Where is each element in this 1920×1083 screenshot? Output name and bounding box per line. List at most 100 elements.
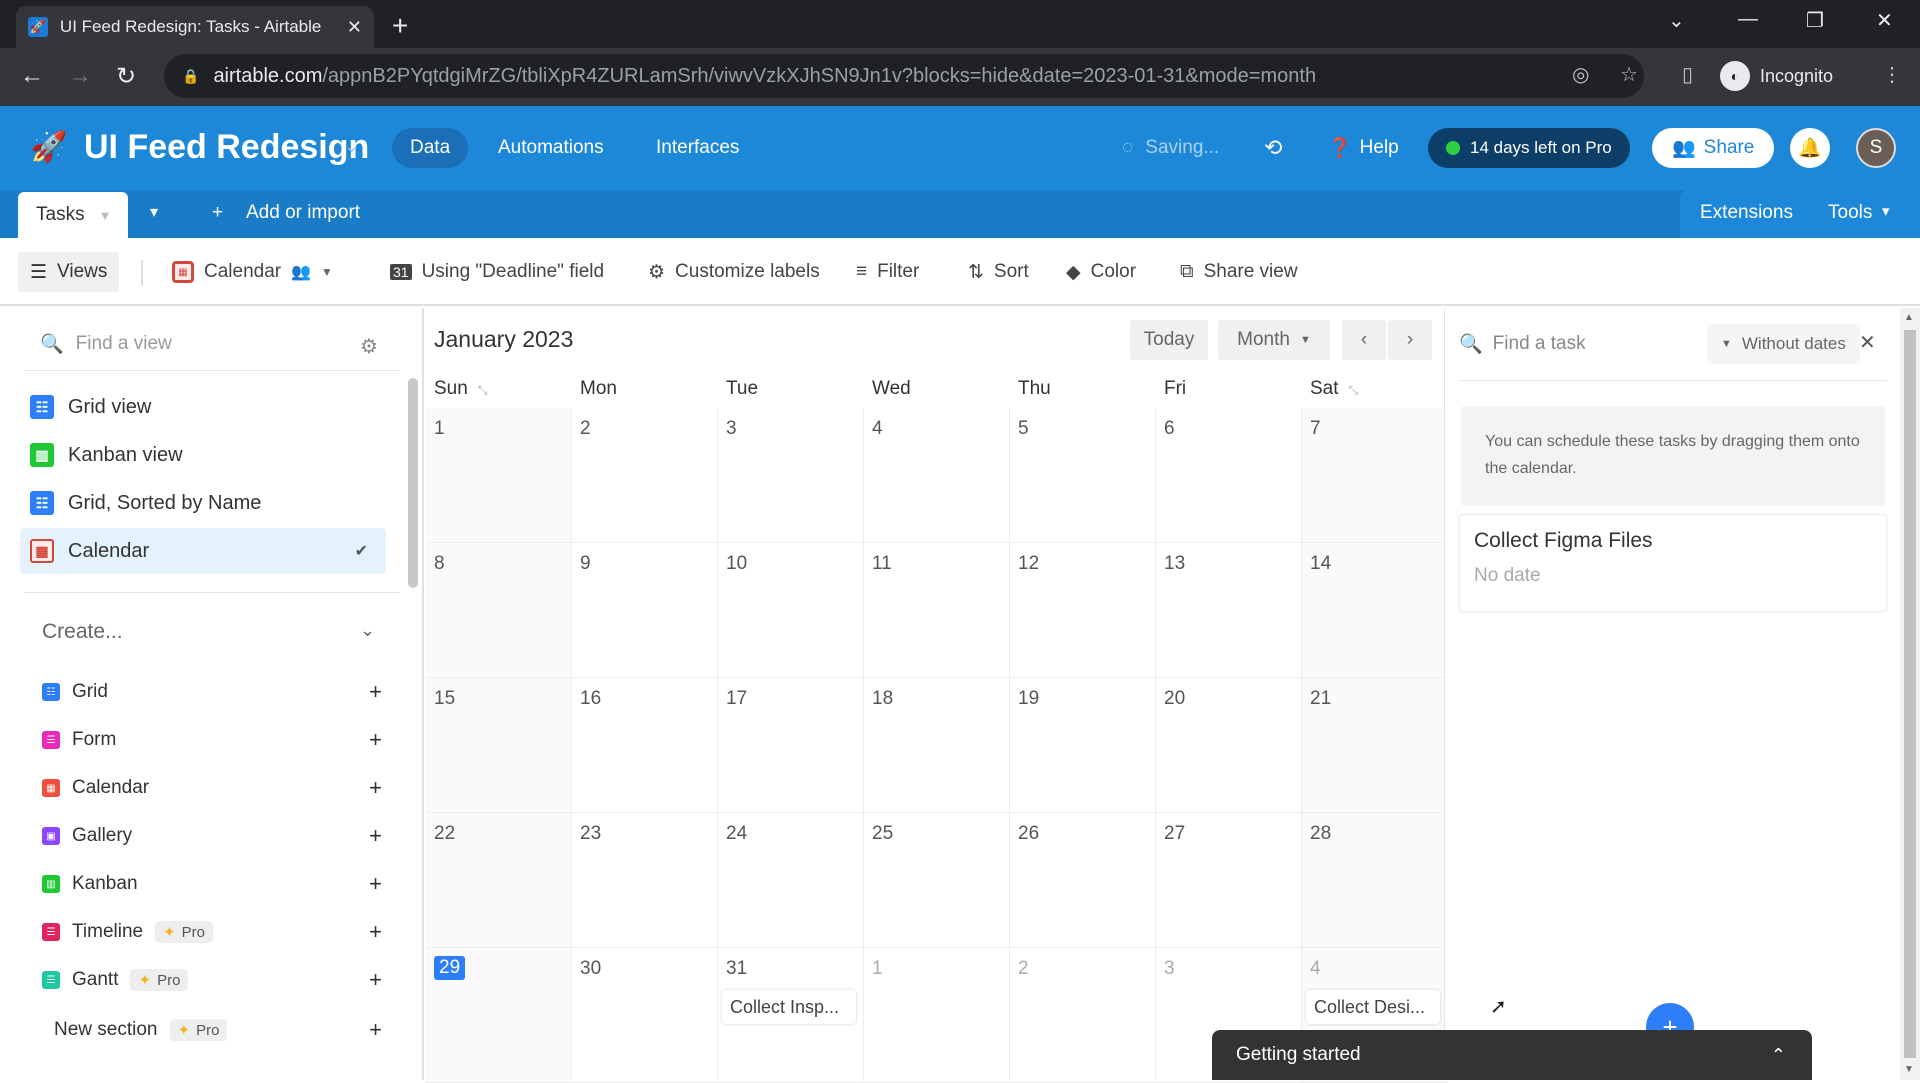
calendar-day-cell[interactable]: 18 [864,678,1010,813]
mode-select[interactable]: Month ▼ [1218,320,1330,360]
plus-icon[interactable]: + [369,871,382,897]
eye-off-icon[interactable]: ◎ [1572,62,1589,87]
create-grid[interactable]: ☷ Grid + [42,672,382,712]
find-task-search[interactable]: 🔍 Find a task [1459,332,1586,356]
calendar-day-cell[interactable]: 2 [1010,948,1156,1083]
scroll-down-icon[interactable]: ▼ [1904,1064,1914,1075]
create-kanban[interactable]: ▥ Kanban + [42,864,382,904]
chevron-down-icon[interactable]: ⌄ [360,620,375,641]
without-dates-filter[interactable]: ▼ Without dates [1707,324,1860,364]
avatar[interactable]: S [1856,128,1896,168]
all-tables-chevron-icon[interactable]: ▾ [150,202,158,222]
share-view-button[interactable]: ⧉ Share view [1180,256,1298,288]
find-view-search[interactable]: 🔍 Find a view [40,332,380,356]
url-field[interactable]: 🔒 airtable.com /appnB2PYqtdgiMrZG/tbliXp… [164,54,1644,98]
star-icon[interactable]: ☆ [1620,62,1638,87]
extensions-button[interactable]: Extensions [1700,202,1793,224]
find-task-input[interactable]: Find a task [1493,333,1586,355]
sidebar-view-grid-sorted[interactable]: ☷ Grid, Sorted by Name [20,480,386,526]
nav-data[interactable]: Data [392,128,469,168]
close-tab-icon[interactable]: ✕ [347,17,362,38]
browser-tab[interactable]: 🚀 UI Feed Redesign: Tasks - Airtable ✕ [16,6,374,48]
history-icon[interactable]: ⟲ [1264,128,1282,168]
getting-started-panel[interactable]: Getting started ⌃ [1212,1030,1812,1080]
calendar-day-cell[interactable]: 13 [1156,543,1302,678]
create-calendar[interactable]: ▦ Calendar + [42,768,382,808]
calendar-event[interactable]: Collect Desi... [1306,990,1440,1024]
color-button[interactable]: ◆ Color [1066,256,1136,288]
sidebar-view-kanban-view[interactable]: ▥ Kanban view [20,432,386,478]
collapse-weekend-icon[interactable]: ⤡ [1349,383,1359,397]
incognito-profile[interactable]: ◐ Incognito [1720,54,1833,98]
calendar-day-cell[interactable]: 2 [572,408,718,543]
calendar-day-cell[interactable]: 29 [426,948,572,1083]
nav-interfaces[interactable]: Interfaces [638,128,757,168]
calendar-day-cell[interactable]: 3 [718,408,864,543]
nav-automations[interactable]: Automations [480,128,622,168]
create-new-section[interactable]: New section ✦ Pro + [54,1010,382,1050]
sidebar-view-grid-view[interactable]: ☷ Grid view [20,384,386,430]
filter-button[interactable]: ≡ Filter [856,256,919,288]
calendar-day-cell[interactable]: 15 [426,678,572,813]
calendar-day-cell[interactable]: 9 [572,543,718,678]
chevron-up-icon[interactable]: ⌃ [1771,1045,1786,1066]
create-gallery[interactable]: ▣ Gallery + [42,816,382,856]
base-name[interactable]: UI Feed Redesign [84,128,369,167]
prev-month-button[interactable]: ‹ [1342,320,1386,360]
calendar-day-cell[interactable]: 11 [864,543,1010,678]
calendar-day-cell[interactable]: 4 [864,408,1010,543]
tools-button[interactable]: Tools [1828,202,1872,224]
close-window-icon[interactable]: ✕ [1876,8,1893,33]
calendar-day-cell[interactable]: 26 [1010,813,1156,948]
chevron-down-icon[interactable]: ▼ [99,208,112,223]
create-section-label[interactable]: Create... [42,620,123,644]
plus-icon[interactable]: + [369,919,382,945]
share-button[interactable]: 👥 Share [1652,128,1775,168]
chevron-down-icon[interactable]: ⌄ [344,136,359,157]
sidebar-scrollbar[interactable] [408,378,418,588]
add-or-import-button[interactable]: Add or import [246,202,360,224]
calendar-day-cell[interactable]: 27 [1156,813,1302,948]
calendar-day-cell[interactable]: 8 [426,543,572,678]
calendar-day-cell[interactable]: 28 [1302,813,1448,948]
today-button[interactable]: Today [1130,320,1208,360]
views-toggle-button[interactable]: ☰ Views [18,252,120,292]
task-card[interactable]: Collect Figma Files No date [1459,514,1887,612]
sidebar-view-calendar[interactable]: ▦ Calendar ✔ [20,528,386,574]
close-icon[interactable]: ✕ [1859,330,1876,355]
side-panel-icon[interactable]: ▯ [1682,62,1693,87]
calendar-day-cell[interactable]: 16 [572,678,718,813]
sort-button[interactable]: ⇅ Sort [968,256,1029,288]
calendar-day-cell[interactable]: 25 [864,813,1010,948]
page-scrollbar[interactable]: ▲ ▼ [1900,308,1920,1080]
trial-badge[interactable]: 14 days left on Pro [1428,128,1630,168]
scrollbar-thumb[interactable] [1904,330,1916,1058]
create-form[interactable]: ☰ Form + [42,720,382,760]
calendar-day-cell[interactable]: 23 [572,813,718,948]
restore-icon[interactable]: ❐ [1806,8,1824,33]
gear-icon[interactable]: ⚙ [360,334,378,359]
browser-menu-icon[interactable]: ⋮ [1882,62,1902,87]
calendar-day-cell[interactable]: 30 [572,948,718,1083]
new-tab-button[interactable]: + [392,10,408,42]
plus-icon[interactable]: + [369,775,382,801]
calendar-day-cell[interactable]: 7 [1302,408,1448,543]
plus-icon[interactable]: + [369,823,382,849]
collapse-weekend-icon[interactable]: ⤡ [478,383,488,397]
back-icon[interactable]: ← [20,62,44,90]
chevron-down-icon[interactable]: ▾ [1882,202,1890,220]
current-view-button[interactable]: ▦ Calendar 👥 ▼ [172,256,333,288]
calendar-day-cell[interactable]: 6 [1156,408,1302,543]
calendar-event[interactable]: Collect Insp... [722,990,856,1024]
calendar-day-cell[interactable]: 1 [426,408,572,543]
calendar-day-cell[interactable]: 12 [1010,543,1156,678]
calendar-day-cell[interactable]: 14 [1302,543,1448,678]
minimize-icon[interactable]: — [1738,8,1758,31]
calendar-day-cell[interactable]: 10 [718,543,864,678]
help-button[interactable]: ❓ Help [1328,128,1399,168]
bell-icon[interactable]: 🔔 [1790,128,1830,168]
create-timeline[interactable]: ☰ Timeline ✦ Pro + [42,912,382,952]
calendar-day-cell[interactable]: 24 [718,813,864,948]
reload-icon[interactable]: ↻ [116,62,136,91]
plus-icon[interactable]: + [369,727,382,753]
